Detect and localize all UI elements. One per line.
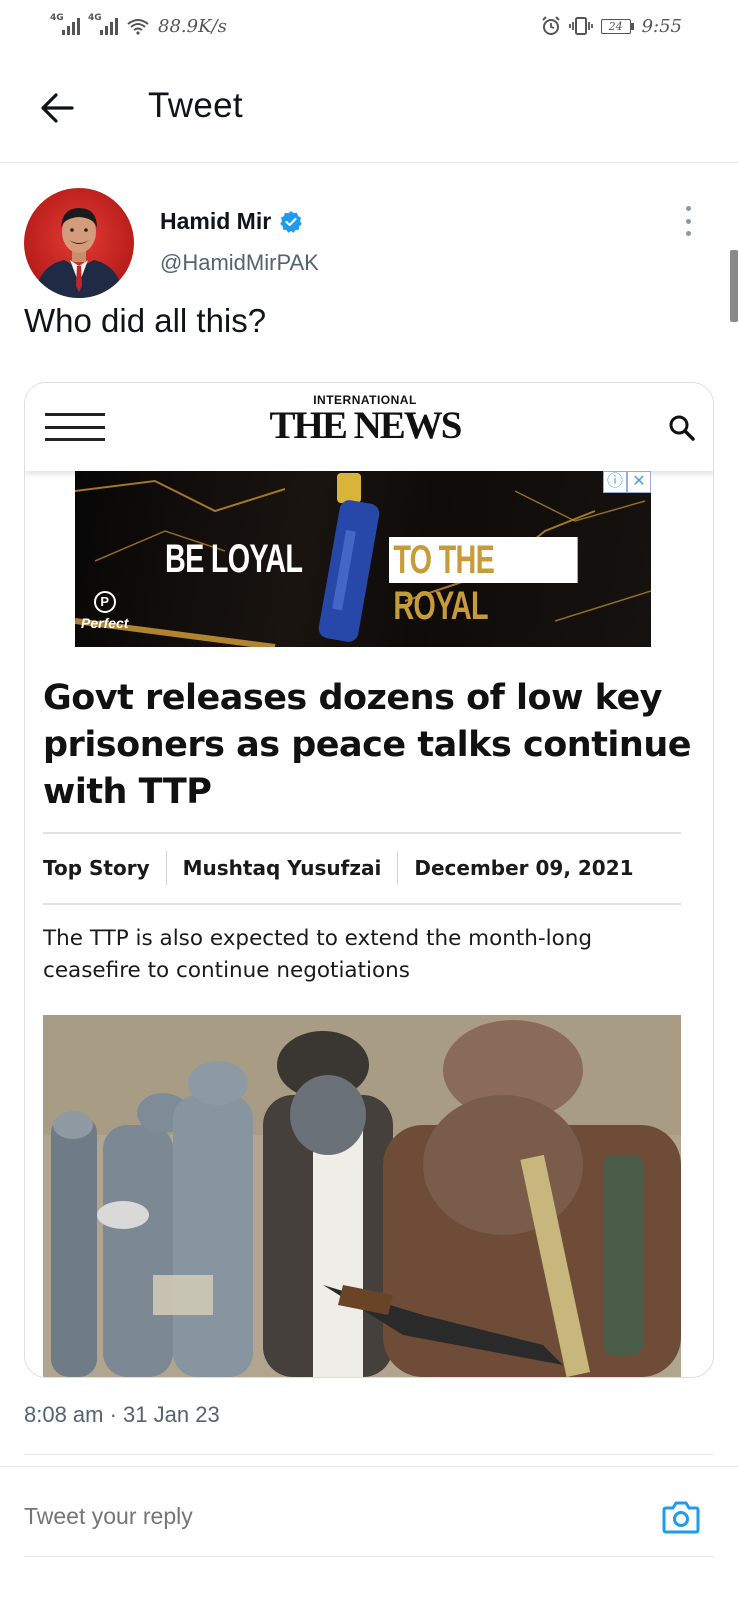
- author-name-text: Hamid Mir: [160, 208, 272, 234]
- ad-controls: ⓘ ✕: [603, 471, 651, 493]
- network-speed: 88.9K/s: [158, 15, 227, 37]
- divider: [43, 832, 681, 834]
- news-site-navbar: INTERNATIONAL THE NEWS: [25, 383, 713, 471]
- divider: [43, 903, 681, 905]
- ad-slogan-left: BE LOYAL: [165, 537, 303, 581]
- status-left: 4G 4G 88.9K/s: [50, 13, 227, 37]
- ad-close-icon: ✕: [627, 471, 651, 493]
- avatar[interactable]: [24, 188, 134, 298]
- status-time: 9:55: [641, 15, 682, 37]
- avatar-image: [34, 208, 124, 298]
- ad-slogan-right: TO THE ROYAL: [389, 537, 578, 628]
- article-photo-image: [43, 1015, 681, 1377]
- author-handle[interactable]: @HamidMirPAK: [160, 250, 319, 276]
- scrollbar[interactable]: [730, 250, 738, 322]
- author-name[interactable]: Hamid Mir: [160, 208, 303, 235]
- more-options-icon[interactable]: [682, 206, 694, 236]
- divider: [0, 162, 738, 163]
- ad-brand-logo: P Perfect: [81, 591, 128, 631]
- hamburger-menu-icon: [45, 413, 105, 441]
- status-bar: 4G 4G 88.9K/s 24 9:55: [0, 0, 738, 52]
- article-headline: Govt releases dozens of low key prisoner…: [43, 678, 692, 812]
- vibrate-icon: [568, 17, 593, 35]
- tweet-text: Who did all this?: [24, 302, 267, 339]
- page-title: Tweet: [148, 86, 243, 125]
- camera-icon[interactable]: [662, 1499, 700, 1535]
- article-category: Top Story: [43, 856, 150, 880]
- article-photo: [43, 1015, 681, 1377]
- article-byline: Mushtaq Yusufzai: [182, 856, 382, 880]
- app-header: Tweet: [0, 72, 738, 142]
- tweet-timestamp: 8:08 am · 31 Jan 23: [24, 1402, 220, 1427]
- divider: [24, 1556, 714, 1557]
- search-icon: [669, 415, 695, 441]
- status-right: 24 9:55: [541, 16, 682, 37]
- news-site-logo: INTERNATIONAL THE NEWS: [269, 393, 463, 447]
- verified-badge-icon: [280, 210, 302, 233]
- alarm-icon: [541, 16, 560, 35]
- signal-icon-2: 4G: [88, 13, 118, 35]
- article-date: December 09, 2021: [414, 856, 634, 880]
- ad-info-icon: ⓘ: [603, 471, 627, 493]
- battery-icon: 24: [600, 18, 634, 34]
- wifi-icon: [127, 19, 149, 35]
- reply-input[interactable]: [24, 1503, 584, 1530]
- back-arrow-icon[interactable]: [38, 88, 78, 128]
- advertisement-banner: BE LOYAL TO THE ROYAL P Perfect ⓘ ✕: [75, 471, 651, 647]
- signal-icon: 4G: [50, 13, 80, 35]
- divider: [24, 1454, 714, 1455]
- article-meta: Top Story Mushtaq Yusufzai December 09, …: [43, 849, 650, 887]
- perfume-bottle-image: [318, 473, 380, 642]
- article-excerpt: The TTP is also expected to extend the m…: [43, 926, 593, 983]
- embedded-article-card[interactable]: INTERNATIONAL THE NEWS BE LOYAL TO THE R…: [24, 382, 714, 1378]
- reply-bar: [0, 1467, 738, 1557]
